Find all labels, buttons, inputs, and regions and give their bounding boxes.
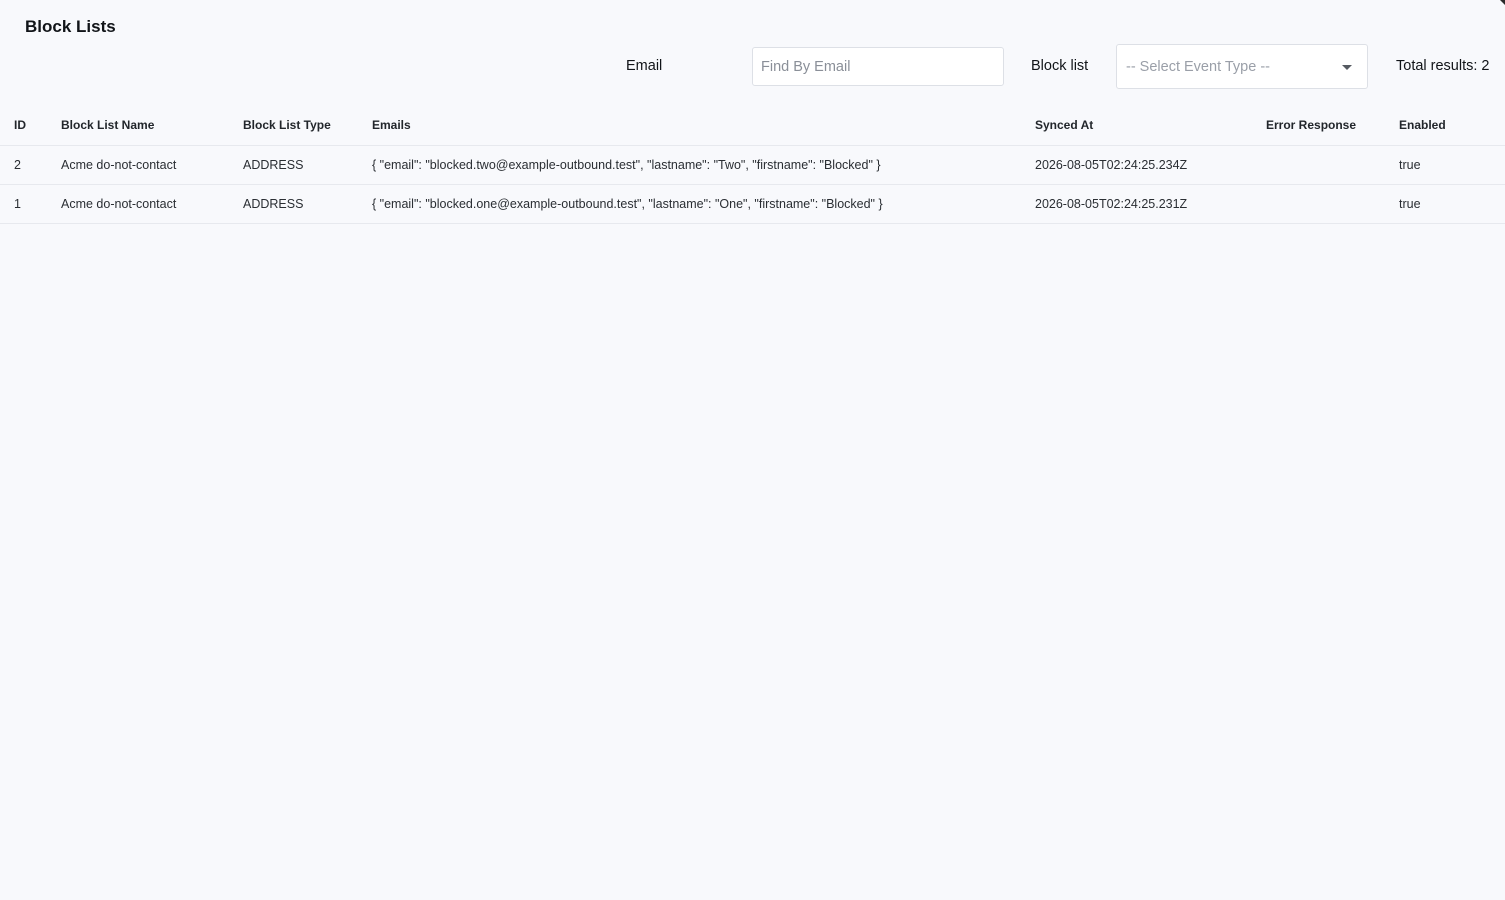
column-header-enabled[interactable]: Enabled (1399, 106, 1505, 146)
total-results-count: Total results: 2 (1396, 58, 1490, 74)
cell-name: Acme do-not-contact (61, 145, 243, 185)
chevron-down-icon (1342, 65, 1352, 70)
table-row[interactable]: 1 Acme do-not-contact ADDRESS { "email":… (0, 184, 1505, 224)
column-header-emails[interactable]: Emails (372, 106, 1035, 146)
block-lists-page: Block Lists Email Block list -- Select E… (0, 0, 1505, 900)
cell-emails: { "email": "blocked.one@example-outbound… (372, 184, 1035, 224)
cell-enabled: true (1399, 145, 1505, 185)
cell-id: 1 (0, 184, 61, 224)
event-type-select-value: -- Select Event Type -- (1126, 59, 1270, 75)
corner-resize-icon (1500, 0, 1505, 5)
cell-error-response (1266, 145, 1399, 185)
cell-error-response (1266, 184, 1399, 224)
cell-name: Acme do-not-contact (61, 184, 243, 224)
cell-synced-at: 2026-08-05T02:24:25.234Z (1035, 145, 1266, 185)
filter-bar: Email Block list -- Select Event Type --… (0, 44, 1505, 90)
block-lists-table: ID Block List Name Block List Type Email… (0, 106, 1505, 224)
cell-enabled: true (1399, 184, 1505, 224)
cell-type: ADDRESS (243, 184, 372, 224)
table-header-row: ID Block List Name Block List Type Email… (0, 106, 1505, 146)
email-search-input[interactable] (752, 47, 1004, 86)
page-title: Block Lists (25, 17, 116, 36)
cell-type: ADDRESS (243, 145, 372, 185)
column-header-error-response[interactable]: Error Response (1266, 106, 1399, 146)
column-header-name[interactable]: Block List Name (61, 106, 243, 146)
cell-emails: { "email": "blocked.two@example-outbound… (372, 145, 1035, 185)
column-header-id[interactable]: ID (0, 106, 61, 146)
table-row[interactable]: 2 Acme do-not-contact ADDRESS { "email":… (0, 145, 1505, 185)
cell-synced-at: 2026-08-05T02:24:25.231Z (1035, 184, 1266, 224)
column-header-synced-at[interactable]: Synced At (1035, 106, 1266, 146)
cell-id: 2 (0, 145, 61, 185)
event-type-select[interactable]: -- Select Event Type -- (1116, 44, 1368, 89)
column-header-type[interactable]: Block List Type (243, 106, 372, 146)
email-filter-label: Email (626, 58, 663, 74)
blocklist-filter-label: Block list (1031, 58, 1089, 74)
